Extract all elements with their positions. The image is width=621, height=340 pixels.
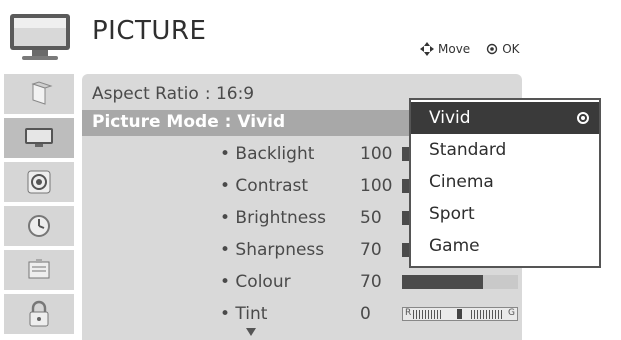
tv-icon bbox=[10, 14, 70, 60]
dropdown-option-vivid[interactable]: Vivid bbox=[411, 102, 599, 134]
move-hint-label: Move bbox=[438, 42, 471, 56]
radio-selected-icon bbox=[577, 112, 589, 124]
tint-green-label: G bbox=[508, 308, 515, 318]
dropdown-option-sport[interactable]: Sport bbox=[411, 198, 599, 230]
sharpness-label: • Sharpness bbox=[220, 240, 325, 260]
colour-bar[interactable] bbox=[402, 275, 518, 289]
key-hints: Move OK bbox=[420, 42, 520, 56]
contrast-label: • Contrast bbox=[220, 176, 309, 196]
move-arrows-icon bbox=[420, 42, 434, 56]
picture-aspect-icon bbox=[31, 81, 53, 105]
sidebar-item-picture[interactable] bbox=[4, 118, 74, 158]
scroll-down-arrow-icon[interactable] bbox=[246, 328, 256, 336]
aspect-ratio-label: Aspect Ratio bbox=[92, 84, 199, 104]
brightness-value: 50 bbox=[360, 208, 382, 228]
audio-speaker-icon bbox=[27, 170, 51, 194]
option-label: Game bbox=[429, 236, 480, 256]
backlight-label: • Backlight bbox=[220, 144, 315, 164]
tint-slider-knob[interactable] bbox=[457, 309, 462, 319]
sidebar-item-option[interactable] bbox=[4, 250, 74, 290]
option-label: Vivid bbox=[429, 108, 471, 128]
lock-icon bbox=[29, 300, 49, 327]
picture-mode-dropdown: Vivid Standard Cinema Sport Game bbox=[409, 98, 601, 268]
category-sidebar bbox=[4, 74, 74, 340]
dropdown-option-cinema[interactable]: Cinema bbox=[411, 166, 599, 198]
aspect-ratio-row[interactable]: Aspect Ratio: 16:9 bbox=[92, 84, 254, 104]
colour-label: • Colour bbox=[220, 272, 291, 292]
sharpness-value: 70 bbox=[360, 240, 382, 260]
sidebar-item-picture-aspect[interactable] bbox=[4, 74, 74, 114]
colour-bar-fill bbox=[402, 275, 484, 289]
backlight-value: 100 bbox=[360, 144, 393, 164]
tint-ticks-right bbox=[471, 310, 503, 319]
option-label: Standard bbox=[429, 140, 507, 160]
option-label: Sport bbox=[429, 204, 475, 224]
option-label: Cinema bbox=[429, 172, 494, 192]
tv-screen-icon bbox=[25, 128, 53, 147]
sidebar-item-lock[interactable] bbox=[4, 294, 74, 334]
ok-hint-label: OK bbox=[502, 42, 520, 56]
page-title: PICTURE bbox=[92, 16, 207, 46]
brightness-label: • Brightness bbox=[220, 208, 326, 228]
tint-red-label: R bbox=[405, 308, 412, 318]
tint-slider[interactable]: R G bbox=[402, 307, 518, 321]
sidebar-item-time[interactable] bbox=[4, 206, 74, 246]
ok-button-icon bbox=[486, 43, 498, 55]
clock-icon bbox=[28, 215, 50, 237]
dropdown-option-game[interactable]: Game bbox=[411, 230, 599, 262]
aspect-ratio-value: : 16:9 bbox=[204, 84, 255, 104]
tint-value: 0 bbox=[360, 304, 371, 324]
contrast-value: 100 bbox=[360, 176, 393, 196]
dropdown-option-standard[interactable]: Standard bbox=[411, 134, 599, 166]
option-box-icon bbox=[28, 259, 50, 279]
picture-mode-label: Picture Mode : Vivid bbox=[92, 112, 286, 132]
tint-label: • Tint bbox=[220, 304, 268, 324]
tint-ticks-left bbox=[413, 310, 443, 319]
sidebar-item-audio[interactable] bbox=[4, 162, 74, 202]
colour-value: 70 bbox=[360, 272, 382, 292]
